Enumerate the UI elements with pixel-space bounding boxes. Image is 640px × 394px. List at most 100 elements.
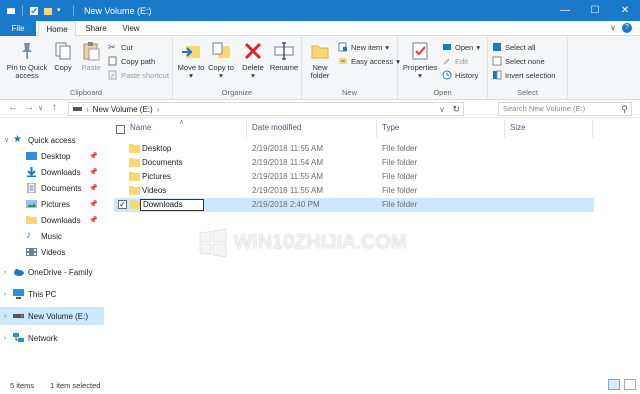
nav-this-pc[interactable]: › This PC	[0, 286, 104, 302]
nav-item-desktop[interactable]: Desktop 📌	[0, 148, 104, 164]
folder-icon	[129, 144, 140, 153]
easy-access-button[interactable]: Easy access ▾	[338, 56, 400, 66]
address-bar[interactable]: › New Volume (E:) › ∨ ↻	[68, 102, 464, 116]
nav-item-downloads-folder[interactable]: Downloads 📌	[0, 212, 104, 228]
recent-locations-icon[interactable]: ∨	[38, 104, 43, 112]
refresh-icon[interactable]: ↻	[452, 104, 460, 115]
tab-share[interactable]: Share	[80, 21, 112, 36]
history-button[interactable]: History	[442, 70, 478, 80]
column-divider[interactable]	[376, 120, 377, 138]
nav-network[interactable]: › Network	[0, 330, 104, 346]
column-header-name[interactable]: Name	[130, 123, 151, 137]
tab-file[interactable]: File	[0, 21, 36, 36]
copy-to-button[interactable]: Copy to ▾	[207, 40, 235, 80]
table-row[interactable]: Desktop 2/19/2018 11:55 AM File folder	[114, 142, 594, 156]
minimize-icon[interactable]: —	[550, 0, 580, 21]
delete-button[interactable]: Delete ▾	[239, 40, 267, 80]
documents-icon	[27, 183, 36, 193]
nav-onedrive[interactable]: › OneDrive - Family	[0, 264, 104, 280]
new-folder-button[interactable]: New folder	[306, 40, 334, 80]
search-input[interactable]: Search New Volume (E:) ⚲	[498, 102, 632, 116]
properties-icon[interactable]	[29, 6, 39, 16]
selection-count: 1 item selected	[50, 381, 101, 390]
column-header-size[interactable]: Size	[510, 123, 526, 137]
organize-group: Move to ▾ Copy to ▾ Delete ▾ Rename Organiz…	[173, 36, 302, 100]
chevron-right-icon[interactable]: ›	[4, 291, 13, 298]
paste-shortcut-button[interactable]: Paste shortcut	[108, 70, 169, 80]
chevron-right-icon[interactable]: ›	[4, 269, 13, 276]
pin-to-quick-access-button[interactable]: Pin to Quick access	[4, 40, 50, 80]
table-row[interactable]: Videos 2/19/2018 11:55 AM File folder	[114, 184, 594, 198]
maximize-icon[interactable]: ☐	[580, 0, 610, 21]
star-icon: ★	[13, 134, 22, 145]
up-icon[interactable]: ↑	[52, 102, 57, 113]
rename-input[interactable]: Downloads	[140, 199, 204, 211]
breadcrumb-chevron-icon[interactable]: ›	[157, 105, 160, 114]
navigation-pane: ∨ ★ Quick access Desktop 📌 Downloads 📌 D…	[0, 118, 104, 376]
open-button[interactable]: Open ▾	[442, 42, 480, 52]
nav-item-videos[interactable]: Videos	[0, 244, 104, 260]
tab-home[interactable]: Home	[38, 21, 76, 37]
group-label: Open	[433, 88, 452, 97]
column-header-type[interactable]: Type	[382, 123, 399, 137]
large-icons-view-icon[interactable]	[624, 379, 636, 390]
help-icon[interactable]: ?	[622, 23, 632, 33]
group-label: Organize	[221, 88, 253, 97]
chevron-down-icon[interactable]: ∨	[439, 105, 445, 114]
pin-icon[interactable]: 📌	[89, 152, 98, 160]
ribbon-tabs: File Home Share View ∨ ?	[0, 21, 640, 37]
ribbon-expand-icon[interactable]: ∨	[610, 23, 616, 32]
nav-item-music[interactable]: ♪ Music	[0, 228, 104, 244]
new-item-button[interactable]: New item ▾	[338, 42, 389, 52]
chevron-right-icon[interactable]: ›	[4, 313, 13, 320]
chevron-down-icon: ▾	[476, 42, 481, 52]
pin-icon[interactable]: 📌	[89, 216, 98, 224]
chevron-down-icon[interactable]: ▾	[57, 6, 67, 16]
column-header-date[interactable]: Date modified	[252, 123, 301, 137]
rename-button[interactable]: Rename	[269, 40, 299, 72]
copy-button[interactable]: Copy	[50, 40, 76, 72]
column-divider[interactable]	[592, 120, 593, 138]
nav-item-pictures[interactable]: Pictures 📌	[0, 196, 104, 212]
column-divider[interactable]	[246, 120, 247, 138]
network-icon	[13, 333, 24, 342]
chevron-down-icon[interactable]: ∨	[4, 136, 13, 144]
column-divider[interactable]	[504, 120, 505, 138]
details-view-icon[interactable]	[608, 379, 620, 390]
new-folder-icon[interactable]	[43, 6, 53, 16]
open-icon	[443, 44, 451, 50]
breadcrumb[interactable]: New Volume (E:)	[93, 105, 153, 114]
window-menu-icon[interactable]	[6, 6, 16, 16]
cut-button[interactable]: ✂ Cut	[108, 42, 133, 52]
nav-new-volume[interactable]: › New Volume (E:)	[0, 307, 104, 325]
nav-item-documents[interactable]: Documents 📌	[0, 180, 104, 196]
drive-icon	[73, 107, 82, 111]
properties-button[interactable]: Properties ▾	[402, 40, 438, 80]
row-checkbox[interactable]: ✓	[118, 200, 127, 209]
select-all-button[interactable]: Select all	[492, 42, 535, 52]
move-to-button[interactable]: Move to ▾	[177, 40, 205, 80]
chevron-right-icon[interactable]: ›	[4, 335, 13, 342]
table-row[interactable]: Pictures 2/19/2018 11:55 AM File folder	[114, 170, 594, 184]
nav-quick-access[interactable]: ∨ ★ Quick access	[0, 132, 104, 148]
pin-icon[interactable]: 📌	[89, 168, 98, 176]
select-all-checkbox[interactable]	[116, 125, 125, 134]
nav-item-downloads[interactable]: Downloads 📌	[0, 164, 104, 180]
back-icon[interactable]: ←	[8, 102, 18, 113]
edit-button[interactable]: Edit	[442, 56, 468, 66]
delete-icon	[244, 42, 262, 60]
table-row-selected[interactable]: ✓ Downloads 2/19/2018 2:40 PM File folde…	[114, 198, 594, 212]
select-none-button[interactable]: Select none	[492, 56, 545, 66]
invert-selection-button[interactable]: Invert selection	[492, 70, 555, 80]
tab-view[interactable]: View	[116, 21, 146, 36]
pin-icon[interactable]: 📌	[89, 184, 98, 192]
copy-path-button[interactable]: Copy path	[108, 56, 155, 66]
close-icon[interactable]: ✕	[610, 0, 640, 21]
paste-shortcut-icon	[108, 70, 117, 80]
scissors-icon: ✂	[108, 42, 116, 52]
paste-button[interactable]: Paste	[78, 40, 104, 72]
forward-icon[interactable]: →	[24, 102, 34, 113]
pin-icon[interactable]: 📌	[89, 200, 98, 208]
breadcrumb-chevron-icon[interactable]: ›	[86, 105, 89, 114]
table-row[interactable]: Documents 2/19/2018 11:54 AM File folder	[114, 156, 594, 170]
